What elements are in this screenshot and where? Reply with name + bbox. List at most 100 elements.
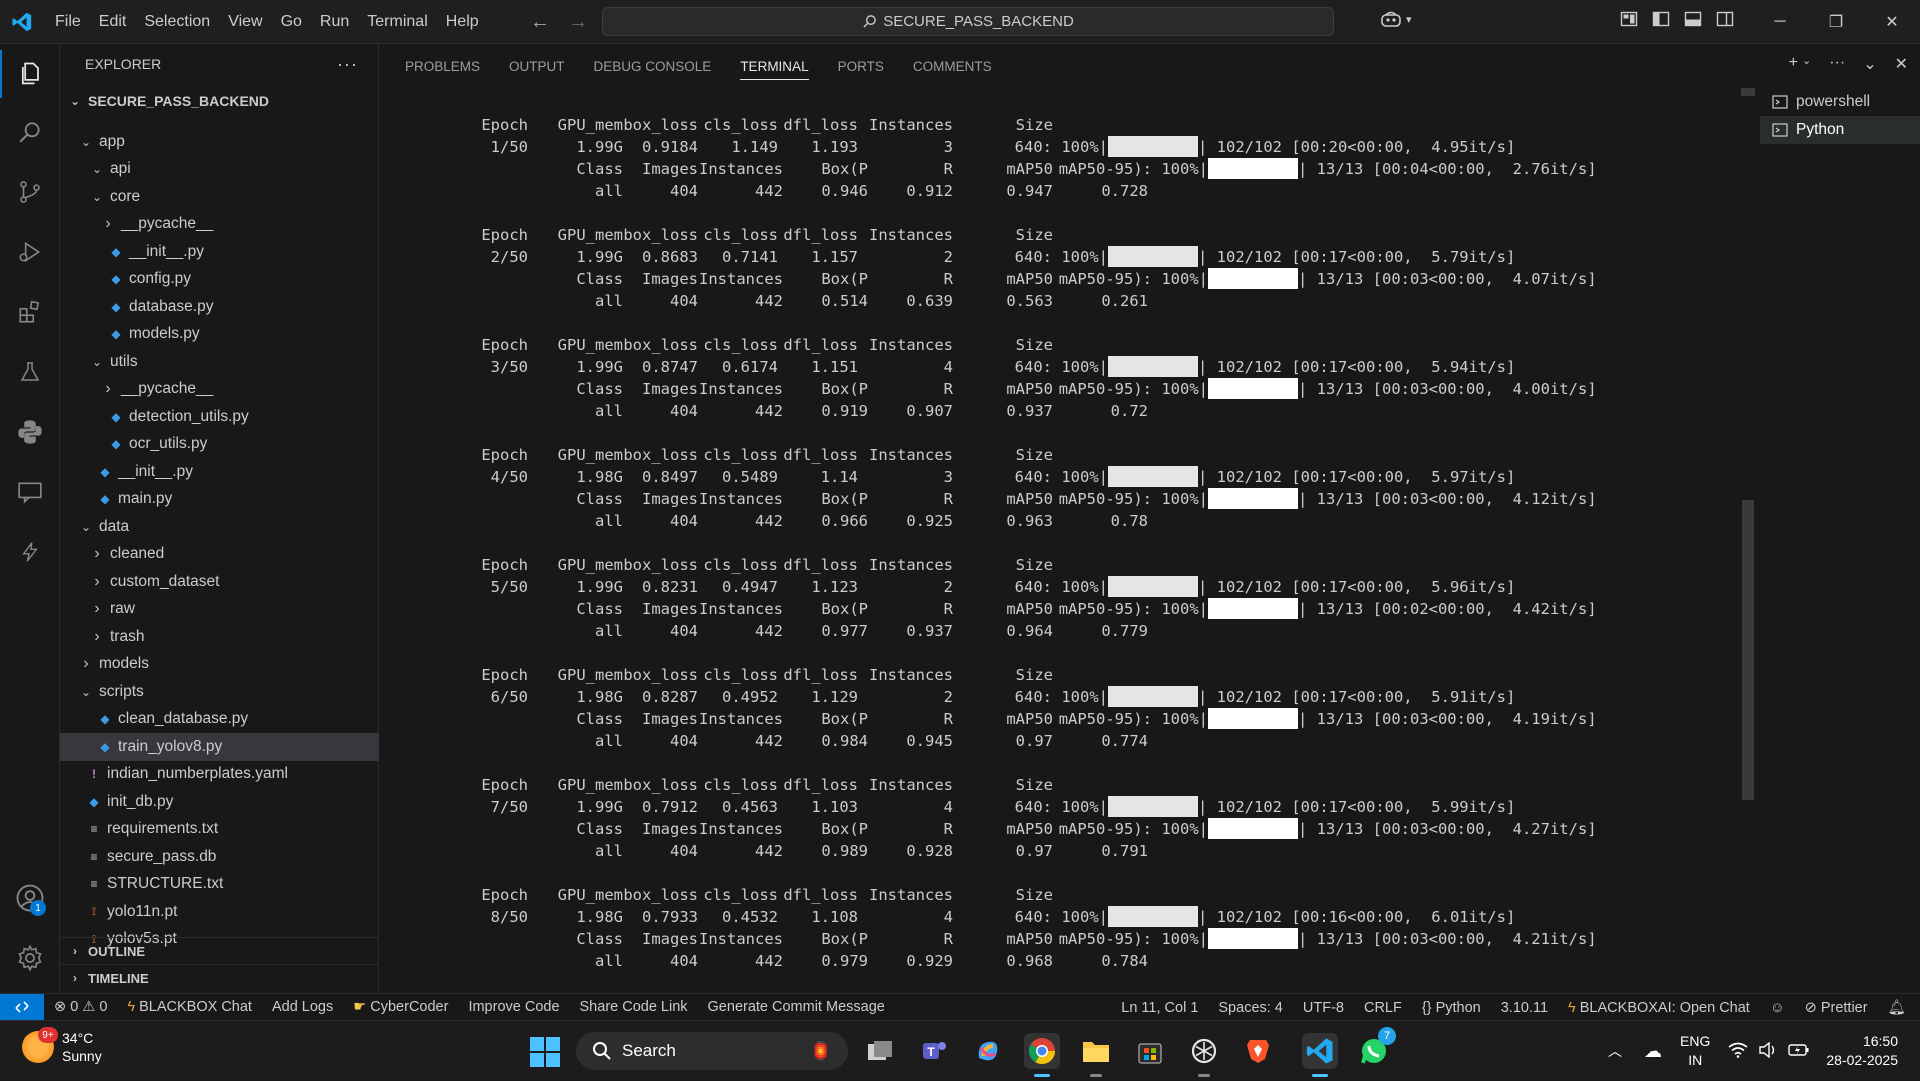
microsoft-store-icon[interactable]	[1132, 1033, 1168, 1069]
tree-item[interactable]: › trash	[60, 623, 379, 651]
tab-debug-console[interactable]: DEBUG CONSOLE	[594, 44, 712, 88]
terminal-scrollbar[interactable]	[1742, 500, 1754, 800]
tree-item[interactable]: ⌄ core	[60, 183, 379, 211]
copilot-status-icon[interactable]: ☺	[1770, 1000, 1785, 1016]
close-icon[interactable]: ✕	[1864, 0, 1920, 44]
tab-ports[interactable]: PORTS	[838, 44, 884, 88]
tree-item[interactable]: › cleaned	[60, 541, 379, 569]
brave-icon[interactable]	[1240, 1033, 1276, 1069]
source-control-icon[interactable]	[0, 168, 60, 216]
terminal-item-python[interactable]: Python	[1760, 116, 1920, 144]
menu-go[interactable]: Go	[272, 0, 311, 44]
toggle-secondary-sidebar-icon[interactable]	[1716, 10, 1734, 28]
tree-item[interactable]: ⌄ scripts	[60, 678, 379, 706]
workspace-root[interactable]: ⌄ SECURE_PASS_BACKEND	[60, 88, 379, 114]
tab-problems[interactable]: PROBLEMS	[405, 44, 480, 88]
extensions-icon[interactable]	[0, 288, 60, 336]
wifi-icon[interactable]	[1728, 1042, 1748, 1061]
problems-status[interactable]: ⊗ 0 ⚠ 0	[54, 999, 107, 1015]
customize-layout-icon[interactable]	[1620, 10, 1638, 28]
improve-code-status[interactable]: Improve Code	[468, 999, 559, 1015]
outline-section[interactable]: › OUTLINE	[60, 937, 379, 964]
tree-item[interactable]: ◆ main.py	[60, 486, 379, 514]
tree-item[interactable]: ◆ init_db.py	[60, 788, 379, 816]
tree-item[interactable]: ◆ __init__.py	[60, 238, 379, 266]
tree-item[interactable]: ◆ detection_utils.py	[60, 403, 379, 431]
taskbar-search[interactable]: Search 🏮	[576, 1032, 848, 1070]
terminal-item-powershell[interactable]: powershell	[1760, 88, 1920, 116]
tree-item[interactable]: ≡ requirements.txt	[60, 816, 379, 844]
tree-item[interactable]: ◆ train_yolov8.py	[60, 733, 379, 761]
tree-item[interactable]: ⟟ yolo11n.pt	[60, 898, 379, 926]
generate-commit-status[interactable]: Generate Commit Message	[708, 999, 885, 1015]
menu-selection[interactable]: Selection	[135, 0, 219, 44]
system-clock[interactable]: 16:50 28-02-2025	[1826, 1032, 1898, 1070]
chrome-icon[interactable]	[1024, 1033, 1060, 1077]
copilot-app-icon[interactable]	[970, 1033, 1006, 1069]
cybercoder-status[interactable]: ☛ CyberCoder	[353, 999, 448, 1015]
indentation[interactable]: Spaces: 4	[1218, 1000, 1283, 1016]
restore-icon[interactable]: ❐	[1808, 0, 1864, 44]
tab-comments[interactable]: COMMENTS	[913, 44, 992, 88]
tab-output[interactable]: OUTPUT	[509, 44, 565, 88]
tree-item[interactable]: ⌄ utils	[60, 348, 379, 376]
copilot-button[interactable]: ▾	[1380, 10, 1412, 28]
language-mode[interactable]: {} Python	[1422, 1000, 1481, 1016]
menu-edit[interactable]: Edit	[90, 0, 136, 44]
tree-item[interactable]: › models	[60, 651, 379, 679]
chevron-up-icon[interactable]: ︿	[1608, 1041, 1622, 1061]
toggle-primary-sidebar-icon[interactable]	[1652, 10, 1670, 28]
battery-icon[interactable]	[1788, 1042, 1810, 1061]
task-view-icon[interactable]	[862, 1033, 898, 1069]
blackbox-icon[interactable]	[0, 528, 60, 576]
tree-item[interactable]: › raw	[60, 596, 379, 624]
vscode-taskbar-icon[interactable]	[1302, 1033, 1338, 1077]
blackbox-chat-status[interactable]: ϟ BLACKBOX Chat	[127, 999, 252, 1015]
notifications-bell-icon[interactable]: 🔔︎	[1888, 999, 1906, 1016]
share-code-link-status[interactable]: Share Code Link	[580, 999, 688, 1015]
more-actions-icon[interactable]: ···	[337, 54, 358, 75]
cursor-position[interactable]: Ln 11, Col 1	[1121, 1000, 1198, 1016]
close-panel-icon[interactable]: ✕	[1895, 54, 1908, 74]
add-logs-status[interactable]: Add Logs	[272, 999, 333, 1015]
language-indicator[interactable]: ENG IN	[1680, 1032, 1710, 1070]
prettier-status[interactable]: ⊘ Prettier	[1805, 1000, 1868, 1016]
tree-item[interactable]: ◆ clean_database.py	[60, 706, 379, 734]
settings-gear-icon[interactable]	[0, 934, 60, 982]
tree-item[interactable]: ◆ database.py	[60, 293, 379, 321]
terminal-output[interactable]: Epoch GPU_mem box_loss cls_loss dfl_loss Inst…	[458, 114, 1738, 994]
back-arrow-icon[interactable]: ←	[530, 11, 550, 34]
windows-start-icon[interactable]	[530, 1037, 560, 1072]
menu-help[interactable]: Help	[437, 0, 488, 44]
blackbox-open-chat[interactable]: ϟ BLACKBOXAI: Open Chat	[1568, 1000, 1750, 1016]
tree-item[interactable]: ◆ config.py	[60, 266, 379, 294]
tab-terminal[interactable]: TERMINAL	[740, 44, 809, 88]
menu-view[interactable]: View	[219, 0, 271, 44]
explorer-icon[interactable]	[0, 50, 60, 98]
chevron-down-icon[interactable]: ⌄	[1863, 54, 1876, 74]
tree-item[interactable]: ⌄ api	[60, 156, 379, 184]
more-actions-icon[interactable]: ···	[1829, 54, 1845, 74]
weather-widget[interactable]: 9+ 34°C Sunny	[22, 1027, 102, 1065]
command-center-search[interactable]: SECURE_PASS_BACKEND	[602, 7, 1334, 36]
file-explorer-icon[interactable]	[1078, 1033, 1114, 1077]
chevron-down-icon[interactable]: ⌄	[1802, 54, 1811, 74]
tree-item[interactable]: › __pycache__	[60, 211, 379, 239]
tree-item[interactable]: ≡ STRUCTURE.txt	[60, 871, 379, 899]
minimize-icon[interactable]: ─	[1752, 0, 1808, 44]
tree-item[interactable]: › __pycache__	[60, 376, 379, 404]
menu-terminal[interactable]: Terminal	[358, 0, 436, 44]
menu-file[interactable]: File	[46, 0, 90, 44]
encoding[interactable]: UTF-8	[1303, 1000, 1344, 1016]
tree-item[interactable]: ◆ __init__.py	[60, 458, 379, 486]
tree-item[interactable]: ≡ secure_pass.db	[60, 843, 379, 871]
forward-arrow-icon[interactable]: →	[568, 11, 588, 34]
menu-run[interactable]: Run	[311, 0, 358, 44]
whatsapp-icon[interactable]: 7	[1356, 1027, 1396, 1069]
new-terminal-icon[interactable]: +	[1789, 54, 1798, 74]
remote-indicator-icon[interactable]	[0, 993, 44, 1021]
accounts-icon[interactable]: 1	[0, 874, 60, 922]
python-icon[interactable]	[0, 408, 60, 456]
tree-item[interactable]: ◆ models.py	[60, 321, 379, 349]
tree-item[interactable]: ! indian_numberplates.yaml	[60, 761, 379, 789]
